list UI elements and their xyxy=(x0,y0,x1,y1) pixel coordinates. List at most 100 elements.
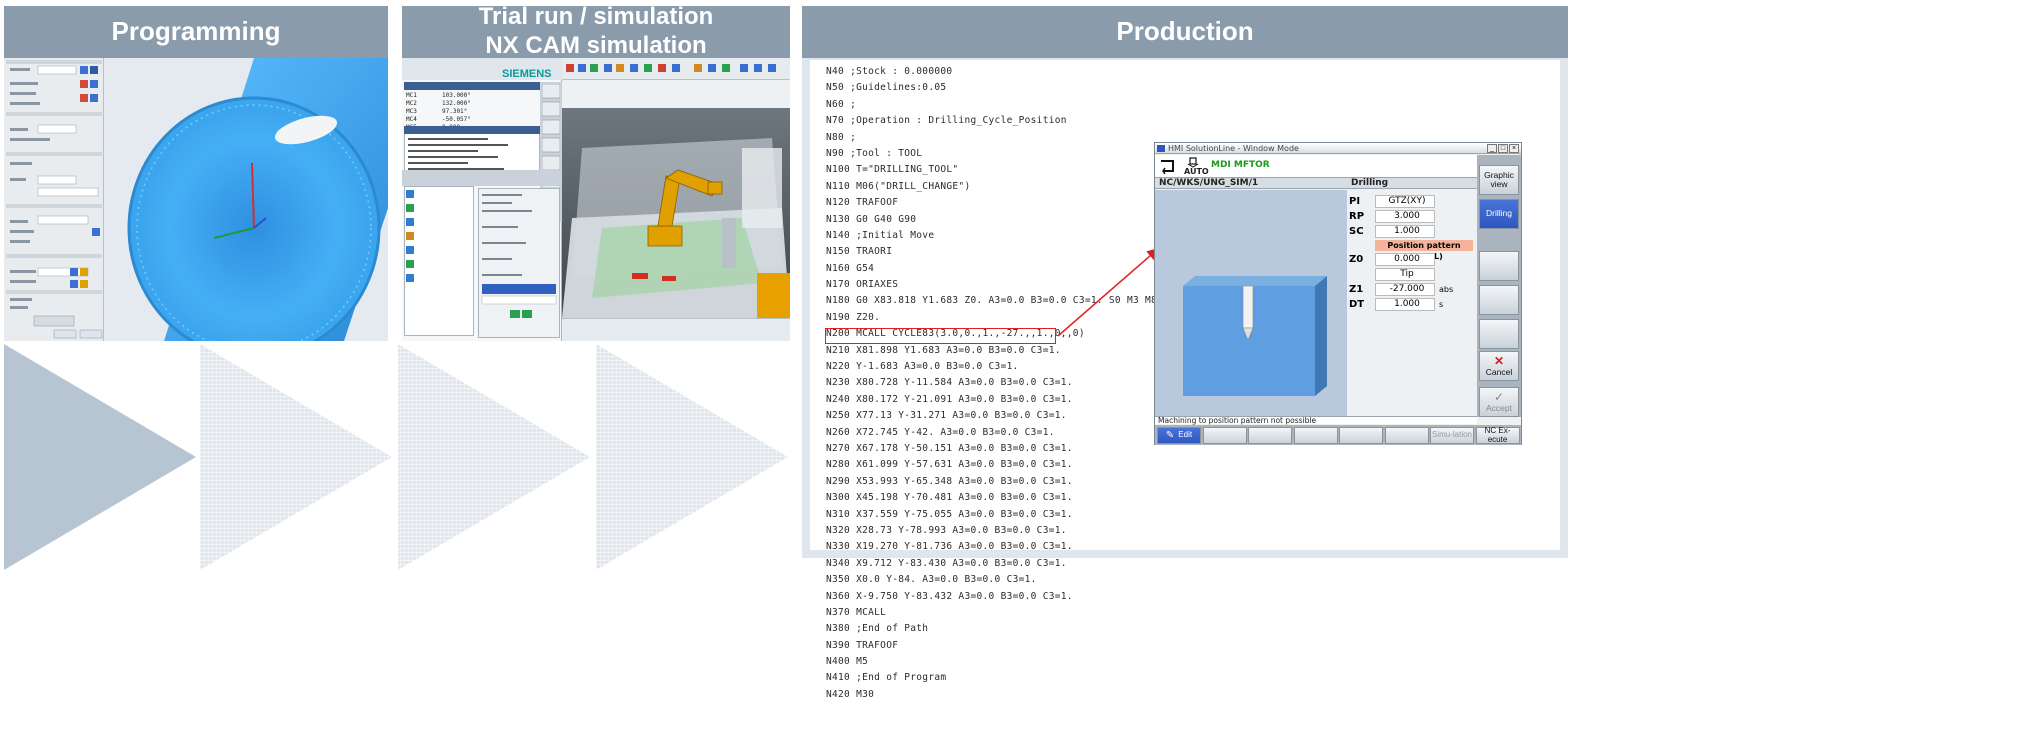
nc-code-line: N370 MCALL xyxy=(826,606,887,618)
axis-value: -50.057° xyxy=(442,116,471,123)
tool-icons xyxy=(406,190,414,282)
arrow-simulation xyxy=(398,344,590,570)
highlighted-cycle-line xyxy=(825,328,1056,344)
cam-property-panel xyxy=(4,58,104,341)
cam-toolbar xyxy=(566,64,776,72)
nc-code-line: N420 M30 xyxy=(826,688,875,700)
property-panel-widgets xyxy=(6,60,103,339)
production-header: Production xyxy=(802,6,1568,58)
minimize-button[interactable]: _ xyxy=(1487,144,1497,153)
axis-row: MC4 -50.057° xyxy=(406,116,536,124)
axis-name: MC2 xyxy=(406,100,417,107)
nc-code-line: N400 M5 xyxy=(826,656,869,668)
side-softkey[interactable]: Graphic view xyxy=(1479,165,1519,195)
parameter-value[interactable]: 1.000 xyxy=(1375,225,1435,238)
cycle-help-graphic xyxy=(1155,190,1347,416)
arrow-programming-shadow xyxy=(200,344,392,570)
nc-code-line: N60 ; xyxy=(826,98,857,110)
nc-code-line: N240 X80.172 Y-21.091 A3=0.0 B3=0.0 C3=1… xyxy=(826,393,1073,405)
simulation-header: Trial run / simulation NX CAM simulation xyxy=(402,3,790,59)
parameter-row: SC 1.000 xyxy=(1349,224,1439,239)
softkey-label: Graphic view xyxy=(1484,169,1514,189)
nc-code-line: N360 X-9.750 Y-83.432 A3=0.0 B3=0.0 C3=1… xyxy=(826,590,1073,602)
bottom-softkey[interactable] xyxy=(1202,427,1247,444)
nc-code-line: N90 ;Tool : TOOL xyxy=(826,147,923,159)
parameter-value[interactable]: 1.000 xyxy=(1375,298,1435,311)
nc-code-line: N310 X37.559 Y-75.055 A3=0.0 B3=0.0 C3=1… xyxy=(826,508,1073,520)
nc-code-line: N70 ;Operation : Drilling_Cycle_Position xyxy=(826,115,1067,127)
hmi-titlebar: HMI SolutionLine - Window Mode _ □ × xyxy=(1155,143,1521,154)
program-path-bar: NC/WKS/UNG_SIM/1 Drilling xyxy=(1155,177,1477,189)
parameter-row: Tip xyxy=(1349,267,1439,282)
parameter-value[interactable]: Tip xyxy=(1375,268,1435,281)
axis-value: 97.301° xyxy=(442,108,468,115)
axis-row: MC3 97.301° xyxy=(406,108,536,116)
side-softkey[interactable]: ✕ Cancel xyxy=(1479,351,1519,381)
program-status: MDI MFTOR xyxy=(1211,160,1270,170)
softkey-label: Edit xyxy=(1178,430,1193,440)
side-softkey[interactable]: ✓ Accept xyxy=(1479,387,1519,417)
sinumerik-panel: SIEMENS MC1 103.000° MC2 132.000° MC3 97.301°… xyxy=(402,58,562,341)
bottom-softkey[interactable] xyxy=(1384,427,1429,444)
parameter-row: Z1 -27.000 abs xyxy=(1349,282,1453,297)
arrow-programming xyxy=(4,344,196,570)
drilling-form: PI GTZ(XY) RP 3.000 SC 1.000 Position pattern… xyxy=(1347,190,1477,416)
parameter-value[interactable]: 0.000 xyxy=(1375,253,1435,266)
nc-program-preview xyxy=(408,138,508,170)
robot-cell-view xyxy=(562,58,790,341)
side-softkey[interactable]: Drilling xyxy=(1479,199,1519,229)
parameter-row: PI GTZ(XY) xyxy=(1349,194,1439,209)
nc-code-line: N210 X81.898 Y1.683 A3=0.0 B3=0.0 C3=1. xyxy=(826,344,1061,356)
parameter-row: RP 3.000 xyxy=(1349,209,1439,224)
message-line: Machining to position pattern not possib… xyxy=(1155,416,1477,425)
vertical-softkeys: Graphic view Drilling ✕ Cancel ✓ Accept xyxy=(1477,155,1521,417)
mode-label: AUTO xyxy=(1184,167,1209,176)
nc-code-line: N120 TRAFOOF xyxy=(826,197,899,209)
side-softkey[interactable] xyxy=(1479,285,1519,315)
hmi-window[interactable]: HMI SolutionLine - Window Mode _ □ × AUT… xyxy=(1154,142,1522,445)
production-title: Production xyxy=(1116,16,1254,47)
nc-code-line: N220 Y-1.683 A3=0.0 B3=0.0 C3=1. xyxy=(826,361,1019,373)
softkey-label: Simu-lation xyxy=(1431,430,1472,440)
bottom-softkey[interactable] xyxy=(1339,427,1383,444)
nc-code-line: N410 ;End of Program xyxy=(826,672,947,684)
accept-icon: ✓ xyxy=(1493,389,1505,404)
nc-code-line: N100 T="DRILLING_TOOL" xyxy=(826,164,959,176)
maximize-button[interactable]: □ xyxy=(1498,144,1508,153)
parameter-value[interactable]: GTZ(XY) xyxy=(1375,195,1435,208)
simulation-title-line1: Trial run / simulation xyxy=(478,3,714,31)
position-pattern-field[interactable]: Position pattern (MCALL) xyxy=(1375,240,1473,261)
axis-name: MC3 xyxy=(406,108,417,115)
axis-value: 132.000° xyxy=(442,100,471,107)
parameter-unit: s xyxy=(1439,300,1444,309)
nc-code-line: N280 X61.099 Y-57.631 A3=0.0 B3=0.0 C3=1… xyxy=(826,459,1073,471)
side-softkey[interactable] xyxy=(1479,319,1519,349)
nc-code-line: N260 X72.745 Y-42. A3=0.0 B3=0.0 C3=1. xyxy=(826,426,1055,438)
nc-code-line: N340 X9.712 Y-83.430 A3=0.0 B3=0.0 C3=1. xyxy=(826,557,1067,569)
nc-code-line: N390 TRAFOOF xyxy=(826,639,899,651)
axis-row: MC1 103.000° xyxy=(406,92,536,100)
bottom-softkey[interactable]: ✎ Edit xyxy=(1157,427,1201,444)
nc-code-line: N130 G0 G40 G90 xyxy=(826,213,917,225)
nc-code-line: N230 X80.728 Y-11.584 A3=0.0 B3=0.0 C3=1… xyxy=(826,377,1073,389)
horizontal-softkeys: ✎ Edit Simu-lation NC Ex-ecute xyxy=(1155,425,1521,445)
bottom-softkey[interactable] xyxy=(1293,427,1338,444)
close-button[interactable]: × xyxy=(1509,144,1519,153)
nc-code-line: N80 ; xyxy=(826,131,857,143)
cycle-title: Drilling xyxy=(1351,178,1389,188)
programming-title: Programming xyxy=(111,16,281,47)
bottom-softkey[interactable] xyxy=(1248,427,1292,444)
parameter-value[interactable]: 3.000 xyxy=(1375,210,1435,223)
parameter-key: Z0 xyxy=(1349,254,1364,265)
parameter-row: Z0 0.000 xyxy=(1349,252,1439,267)
arrow-simulation-shadow xyxy=(596,344,788,570)
bottom-softkey[interactable]: Simu-lation xyxy=(1430,427,1474,444)
side-softkey[interactable] xyxy=(1479,251,1519,281)
production-panel: N40 ;Stock : 0.000000 N50 ;Guidelines:0.0… xyxy=(802,58,1568,700)
bottom-softkey[interactable]: NC Ex-ecute xyxy=(1475,425,1520,444)
nc-program-listing: N40 ;Stock : 0.000000 N50 ;Guidelines:0.0… xyxy=(826,64,1157,703)
nc-code-line: N380 ;End of Path xyxy=(826,623,929,635)
parameter-value[interactable]: -27.000 xyxy=(1375,283,1435,296)
parameter-key: SC xyxy=(1349,226,1364,237)
softkey-label: NC Ex-ecute xyxy=(1484,425,1511,444)
